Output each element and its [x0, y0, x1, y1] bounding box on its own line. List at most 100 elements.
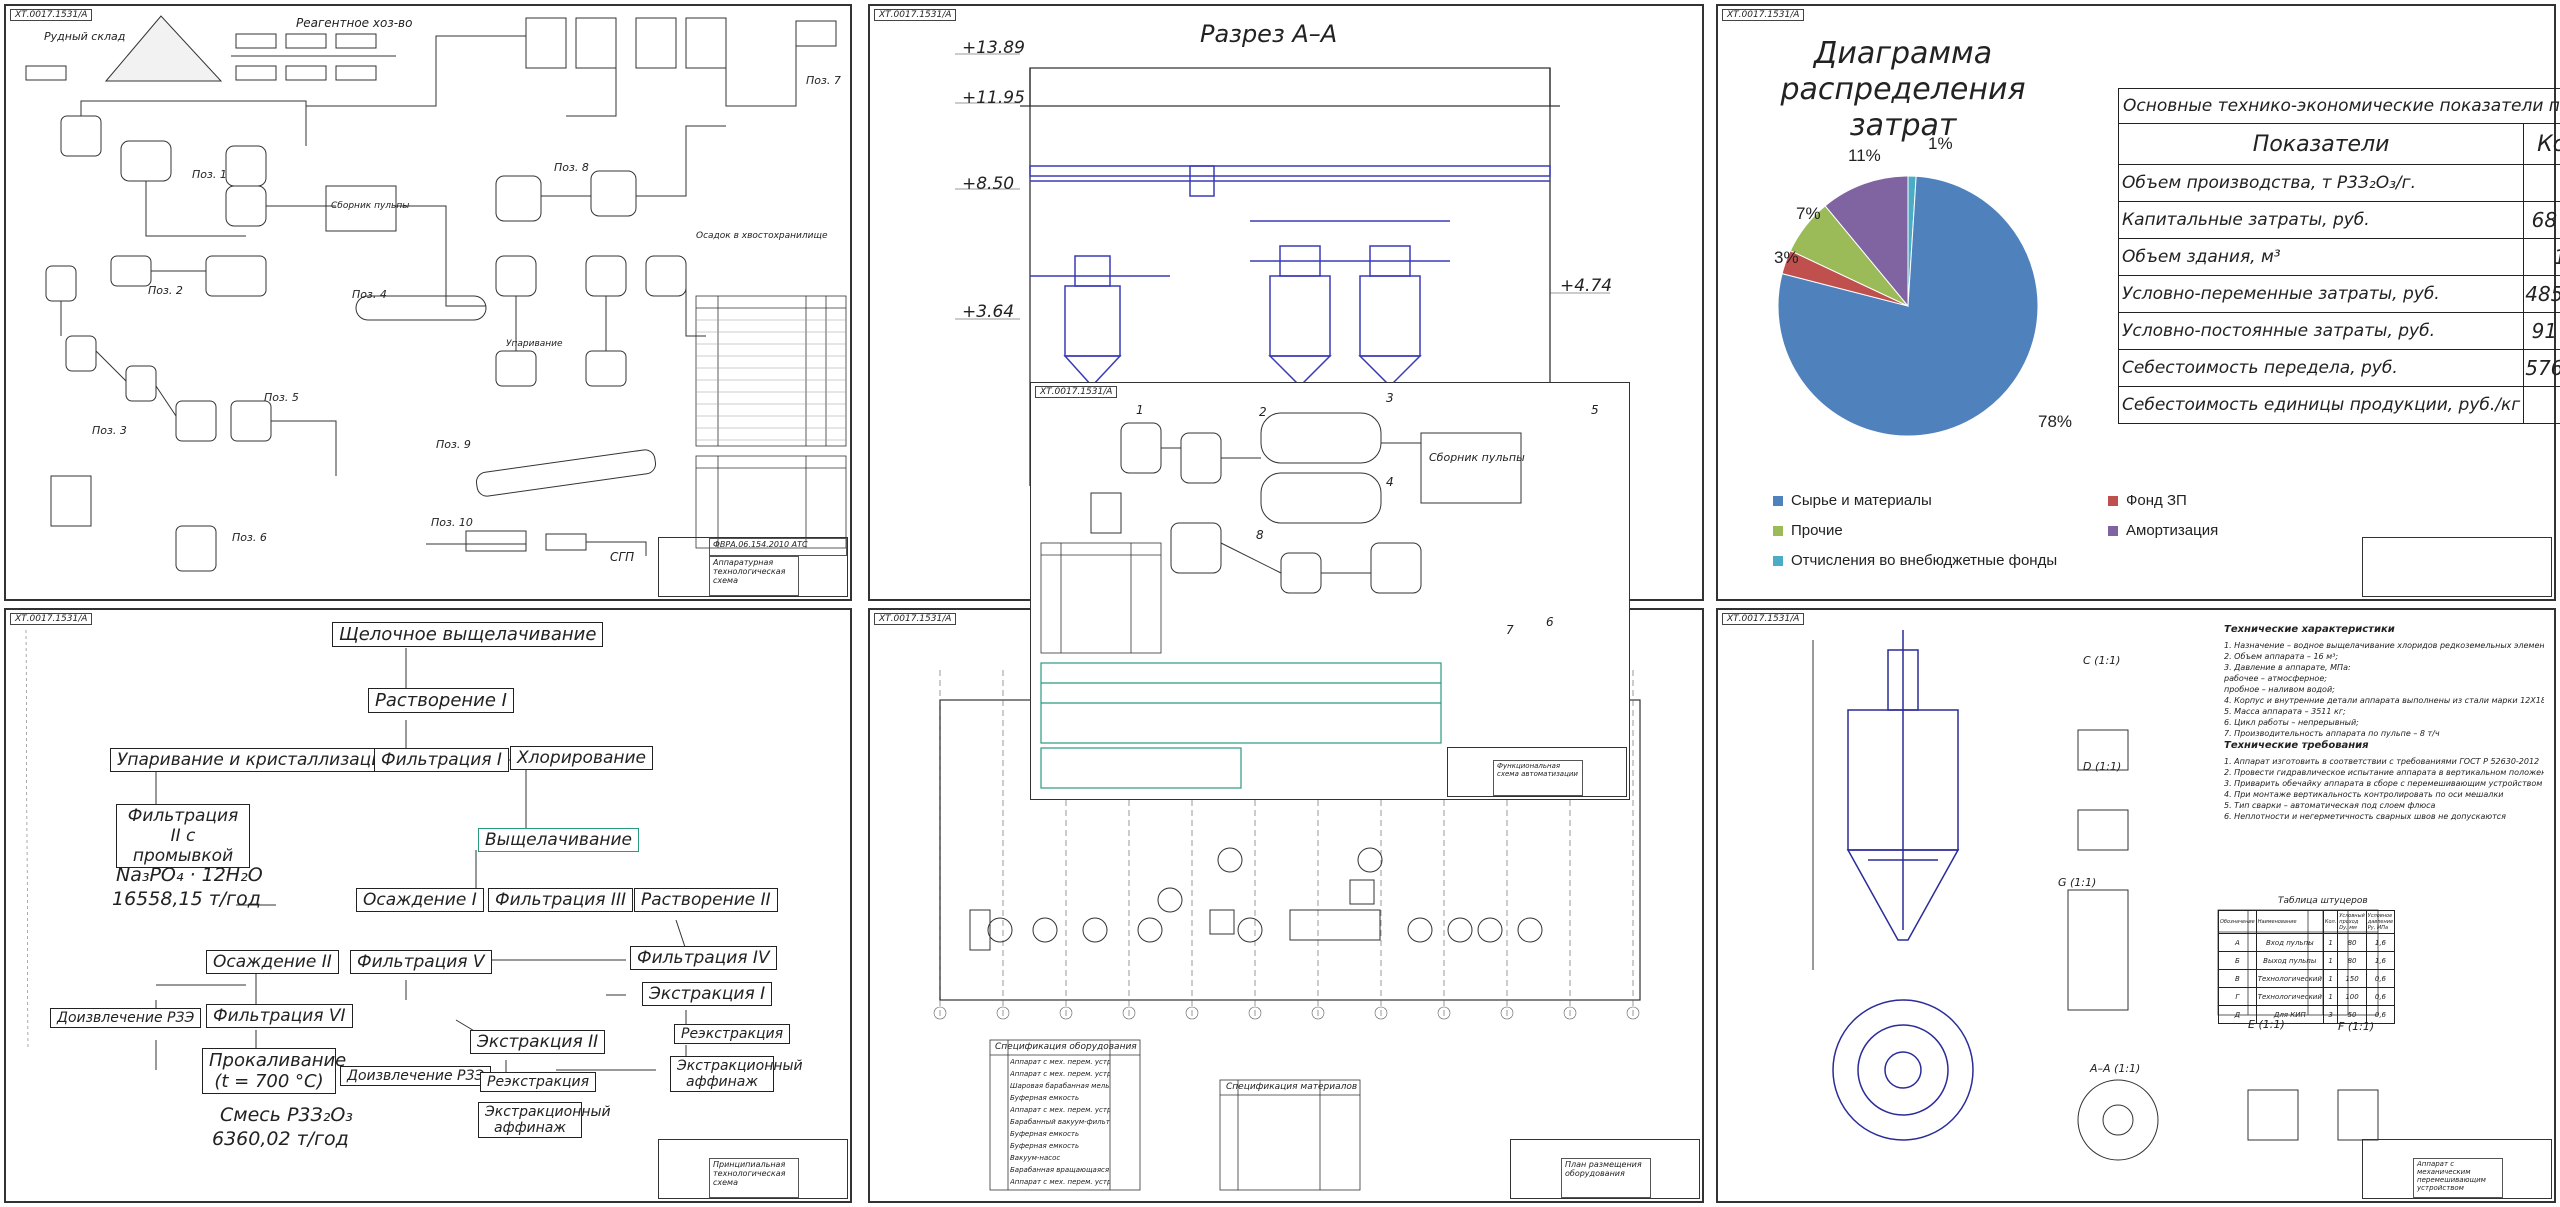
nozzle-table: Обозначение Наименование Кол. Условный прох…	[2218, 910, 2396, 1024]
title-block-sheet-name: Аппарат с механическим перемешивающим ус…	[2413, 1158, 2503, 1198]
indicators-table: Основные технико-экономические показател…	[2117, 88, 2560, 424]
legend-label: Фонд ЗП	[2126, 492, 2187, 509]
title-block: Аппарат с механическим перемешивающим ус…	[2362, 1139, 2552, 1199]
view-a-a: A–A (1:1)	[2090, 1062, 2141, 1075]
label-pos-5: Поз. 5	[264, 391, 299, 404]
note-line: 6. Цикл работы – непрерывный;	[2224, 718, 2359, 727]
label-tailings: Осадок в хвостохранилище	[696, 231, 828, 241]
step-filtration-4: Фильтрация IV	[630, 946, 777, 970]
sheet-automation-overlay: ХТ.0017.1531/А 1 2 3 4 5 6 7 8 Сборник п…	[1030, 382, 1630, 800]
pie-label-1pct: 1%	[1928, 134, 1953, 153]
label-pos-7: Поз. 7	[806, 74, 841, 87]
indicator-value: 68 463 481,31	[2523, 201, 2560, 239]
note-line: рабочее – атмосферное;	[2224, 674, 2327, 683]
overlay-pos-8: 8	[1256, 528, 1264, 542]
nozzle-row: А Вход пульпы 1 80 1,6	[2218, 933, 2396, 952]
req-lines: 1. Аппарат изготовить в соответствии с т…	[2224, 756, 2544, 822]
spec-row: Аппарат с мех. перем. устр.	[1010, 1070, 1110, 1078]
note-line: 6. Неплотности и негерметичность сварных…	[2224, 812, 2506, 821]
label-pos-8: Поз. 8	[554, 161, 589, 174]
note-line: 1. Аппарат изготовить в соответствии с т…	[2224, 757, 2540, 766]
req-title: Технические требования	[2224, 740, 2369, 751]
title-block: Функциональная схема автоматизации	[1447, 747, 1627, 797]
nozzle-cell: А	[2218, 933, 2257, 952]
sheet-economics: ХТ.0017.1531/А Диаграмма распределения з…	[1716, 4, 2560, 601]
step-affinage-1: Экстракционный аффинаж	[670, 1056, 803, 1092]
equipment-unit	[1209, 909, 1235, 935]
indicator-name: Себестоимость передела, руб.	[2117, 349, 2525, 387]
equipment-unit	[1349, 879, 1375, 905]
legend-social-fees: Отчисления во внебюджетные фонды	[1773, 552, 2057, 569]
equipment-vessel	[1217, 847, 1243, 873]
nozzle-cell: Технологический	[2255, 987, 2324, 1006]
title-block: План размещения оборудования	[1510, 1139, 1700, 1199]
sheet-stamp: ХТ.0017.1531/А	[1722, 9, 1805, 21]
pie-label-3pct: 3%	[1774, 248, 1799, 267]
spec-row: Аппарат с мех. перем. устр.	[1010, 1178, 1110, 1186]
indicator-value: 485 044 237,45	[2523, 275, 2560, 313]
view-f: F (1:1)	[2338, 1020, 2375, 1033]
indicator-row: Капитальные затраты, руб.68 463 481,31	[2117, 201, 2560, 239]
nozzle-cell: 1,6	[2365, 951, 2396, 970]
label-pos-10: Поз. 10	[431, 516, 473, 529]
pie-label-11pct: 11%	[1848, 146, 1881, 165]
product-sodium-phosphate-amount: 16558,15 т/год	[112, 888, 261, 910]
nozzle-cell: 1	[2322, 969, 2339, 988]
spec-row: Барабанная вращающаяся печь	[1010, 1166, 1110, 1174]
indicator-name: Объем здания, м³	[2117, 238, 2525, 276]
equipment-vessel	[1447, 917, 1473, 943]
note-line: пробное – наливом водой;	[2224, 685, 2335, 694]
cost-pie-chart	[1777, 175, 2039, 437]
spec-row: Аппарат с мех. перем. устр.	[1010, 1058, 1110, 1066]
indicator-name: Объем производства, т P3З₂O₃/г.	[2117, 164, 2525, 202]
overlay-pos-4: 4	[1386, 475, 1394, 489]
product-sodium-phosphate: Na₃PO₄ · 12H₂O	[116, 864, 263, 886]
legend-label: Сырье и материалы	[1791, 492, 1932, 509]
step-chlorination: Хлорирование	[510, 746, 654, 770]
indicator-row: Себестоимость передела, руб.576 334 780,…	[2117, 349, 2560, 387]
label-pos-4: Поз. 4	[352, 288, 387, 301]
view-c: C (1:1)	[2083, 654, 2121, 667]
spec-row: Буферная емкость	[1010, 1094, 1080, 1102]
overlay-pos-2: 2	[1259, 405, 1267, 419]
note-line: 3. Приварить обечайку аппарата в сборе с…	[2224, 779, 2543, 788]
label-evaporation: Упаривание	[506, 339, 563, 349]
nozzle-cell: 0,6	[2365, 987, 2396, 1006]
indicator-name: Условно-постоянные затраты, руб.	[2117, 312, 2525, 350]
step-affinage-2: Экстракционный аффинаж	[478, 1102, 611, 1138]
step-filtration-5: Фильтрация V	[350, 950, 492, 974]
overlay-pos-7: 7	[1506, 623, 1514, 637]
indicator-row: Объем производства, т P3З₂O₃/г.6360,06	[2117, 164, 2560, 202]
nozzle-cell: 1,6	[2365, 933, 2396, 952]
note-line: 7. Производительность аппарата по пульпе…	[2224, 729, 2440, 738]
spec-row: Барабанный вакуум-фильтр	[1010, 1118, 1110, 1126]
legend-label: Амортизация	[2126, 522, 2219, 539]
indicator-row: Себестоимость единицы продукции, руб./кг…	[2117, 386, 2560, 424]
nozzle-cell: Вход пульпы	[2255, 933, 2324, 952]
label-pos-1: Поз. 1	[192, 168, 227, 181]
indicator-value: 6360,06	[2523, 164, 2560, 202]
nozzle-title: Таблица штуцеров	[2278, 896, 2368, 906]
title-block: ФВРА.06.154.2010 АТС Аппаратурная технол…	[658, 537, 848, 597]
nozzle-cell: 3	[2322, 1005, 2339, 1024]
title-block-sheet-name: Аппаратурная технологическая схема	[709, 556, 799, 596]
nozzle-cell: 1	[2322, 933, 2339, 952]
pie-label-78pct: 78%	[2038, 412, 2073, 431]
label-sgp: СГП	[610, 550, 635, 564]
equipment-vessel	[987, 917, 1013, 943]
nozzle-cell: Г	[2218, 987, 2257, 1006]
note-line: 2. Провести гидравлическое испытание апп…	[2224, 768, 2544, 777]
label-reagent-yard: Реагентное хоз-во	[296, 16, 413, 30]
chart-title: Диаграмма распределения затрат	[1780, 36, 2026, 143]
step-reextraction-2: Реэкстракция	[480, 1072, 597, 1092]
nozzle-cell: Б	[2218, 951, 2257, 970]
step-leaching: Выщелачивание	[478, 828, 639, 852]
automation-drawing	[1040, 412, 1522, 789]
indicator-name: Себестоимость единицы продукции, руб./кг	[2117, 386, 2525, 424]
nozzle-header: Условное давление Pу, МПа	[2365, 910, 2396, 934]
nozzle-cell: 80	[2337, 933, 2367, 952]
note-line: 5. Тип сварки – автоматическая под слоем…	[2224, 801, 2436, 810]
equipment-vessel	[1082, 917, 1108, 943]
step-filtration-1: Фильтрация I	[374, 748, 509, 772]
indicator-value: 576 334 780,89	[2523, 349, 2560, 387]
